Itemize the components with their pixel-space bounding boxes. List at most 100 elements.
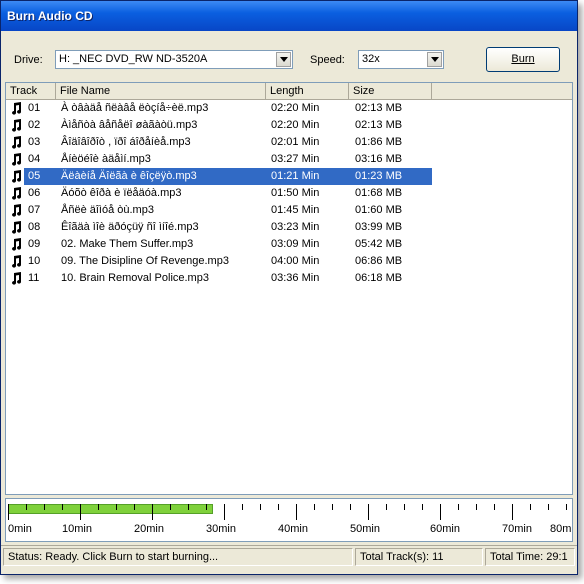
minor-tick	[98, 504, 99, 510]
minor-tick	[206, 504, 207, 510]
table-row[interactable]: 11 10. Brain Removal Police.mp3 03:36 Min 0…	[6, 270, 436, 287]
track-size: 01:23 MB	[355, 170, 403, 182]
status-message: Status: Ready. Click Burn to start burni…	[3, 548, 353, 566]
major-tick	[80, 504, 81, 520]
minor-tick	[566, 504, 567, 510]
track-number: 07	[28, 204, 41, 216]
timeline-label: 30min	[206, 523, 236, 535]
file-name: Àìåñòà âåñåëî øàãàòü.mp3	[61, 119, 198, 131]
chevron-down-icon	[280, 57, 288, 62]
minor-tick	[458, 504, 459, 510]
minor-tick	[422, 504, 423, 510]
table-row[interactable]: 07 Åñëè äîìóå òù.mp3 01:45 Min 01:60 MB	[6, 202, 436, 219]
major-tick	[512, 504, 513, 520]
music-note-icon	[12, 238, 22, 251]
status-total-tracks: Total Track(s): 11	[355, 548, 483, 566]
track-length: 02:20 Min	[271, 102, 320, 114]
music-note-icon	[12, 119, 22, 132]
timeline-label: 0min	[8, 523, 32, 535]
track-length: 01:21 Min	[271, 170, 320, 182]
track-size: 02:13 MB	[355, 119, 403, 131]
track-length: 03:09 Min	[271, 238, 320, 250]
major-tick	[440, 504, 441, 520]
music-note-icon	[12, 136, 22, 149]
track-size: 01:60 MB	[355, 204, 403, 216]
major-tick	[296, 504, 297, 520]
table-row[interactable]: 09 02. Make Them Suffer.mp3 03:09 Min 05:42…	[6, 236, 436, 253]
column-header-track[interactable]: Track	[6, 83, 56, 99]
column-header-size[interactable]: Size	[349, 83, 432, 99]
minor-tick	[386, 504, 387, 510]
timeline-label: 70min	[502, 523, 532, 535]
music-note-icon	[12, 272, 22, 285]
file-name: 02. Make Them Suffer.mp3	[61, 238, 194, 250]
speed-select[interactable]: 32x	[358, 50, 444, 69]
timeline-label: 80min	[550, 523, 572, 535]
music-note-icon	[12, 255, 22, 268]
speed-select-value: 32x	[362, 53, 380, 65]
column-header-file-name[interactable]: File Name	[56, 83, 266, 99]
track-number: 01	[28, 102, 41, 114]
timeline-label: 20min	[134, 523, 164, 535]
table-row[interactable]: 08 Êîãäà ìîè äðóçüÿ ñî ìíîé.mp3 03:23 Min 0…	[6, 219, 436, 236]
track-size: 03:16 MB	[355, 153, 403, 165]
minor-tick	[278, 504, 279, 510]
file-name: Äóõò êîðà è ïëåäóà.mp3	[61, 187, 182, 199]
file-name: À òâàäå ñëàâå ëòçíå÷èë.mp3	[61, 102, 209, 114]
column-header-length[interactable]: Length	[266, 83, 349, 99]
burn-button[interactable]: Burn	[486, 47, 560, 72]
track-size: 06:86 MB	[355, 255, 403, 267]
track-length: 03:23 Min	[271, 221, 320, 233]
track-length: 01:45 Min	[271, 204, 320, 216]
table-row[interactable]: 06 Äóõò êîðà è ïëåäóà.mp3 01:50 Min 01:68 M…	[6, 185, 436, 202]
track-length: 03:36 Min	[271, 272, 320, 284]
track-size: 02:13 MB	[355, 102, 403, 114]
table-row[interactable]: 01 À òâàäå ñëàâå ëòçíå÷èë.mp3 02:20 Min 02:…	[6, 100, 436, 117]
status-total-time: Total Time: 29:1	[485, 548, 575, 566]
music-note-icon	[12, 204, 22, 217]
table-row[interactable]: 05 Äëàèíå Äîëãà è êîçëÿò.mp3 01:21 Min 01:2…	[6, 168, 436, 185]
major-tick	[152, 504, 153, 520]
track-number: 11	[28, 272, 40, 284]
burn-button-label: Burn	[511, 53, 535, 65]
track-length: 02:20 Min	[271, 119, 320, 131]
track-list[interactable]: Track File Name Length Size 01 À òâàäå ñë…	[5, 82, 573, 495]
track-number: 04	[28, 153, 41, 165]
timeline-label: 60min	[430, 523, 460, 535]
list-header: Track File Name Length Size	[6, 83, 572, 100]
status-bar: Status: Ready. Click Burn to start burni…	[1, 545, 577, 568]
track-number: 08	[28, 221, 41, 233]
major-tick	[368, 504, 369, 520]
minor-tick	[44, 504, 45, 510]
minor-tick	[332, 504, 333, 510]
track-size: 01:68 MB	[355, 187, 403, 199]
track-length: 01:50 Min	[271, 187, 320, 199]
music-note-icon	[12, 187, 22, 200]
minor-tick	[62, 504, 63, 510]
table-row[interactable]: 04 Åíèöéîè àäåìí.mp3 03:27 Min 03:16 MB	[6, 151, 436, 168]
track-length: 04:00 Min	[271, 255, 320, 267]
title-bar[interactable]: Burn Audio CD	[1, 1, 577, 31]
column-header-empty	[432, 83, 572, 99]
minor-tick	[26, 504, 27, 510]
table-row[interactable]: 03 Âîäîâîðîò , ïðî áîðåíèå.mp3 02:01 Min 01…	[6, 134, 436, 151]
track-size: 05:42 MB	[355, 238, 403, 250]
music-note-icon	[12, 102, 22, 115]
window-title: Burn Audio CD	[7, 9, 93, 23]
speed-dropdown-button[interactable]	[427, 52, 442, 67]
minor-tick	[242, 504, 243, 510]
drive-select[interactable]: H: _NEC DVD_RW ND-3520A	[55, 50, 293, 69]
chevron-down-icon	[431, 57, 439, 62]
table-row[interactable]: 10 09. The Disipline Of Revenge.mp3 04:00 …	[6, 253, 436, 270]
file-name: Äëàèíå Äîëãà è êîçëÿò.mp3	[61, 170, 197, 182]
drive-dropdown-button[interactable]	[276, 52, 291, 67]
track-number: 05	[28, 170, 41, 182]
disc-usage-fill	[8, 504, 214, 514]
minor-tick	[530, 504, 531, 510]
minor-tick	[170, 504, 171, 510]
disc-usage-timeline: 0min 10min 20min 30min 40min 50min 60min 70min 8…	[5, 498, 573, 542]
table-row[interactable]: 02 Àìåñòà âåñåëî øàãàòü.mp3 02:20 Min 02:13…	[6, 117, 436, 134]
track-size: 06:18 MB	[355, 272, 403, 284]
minor-tick	[548, 504, 549, 510]
disc-usage-track	[8, 504, 570, 514]
